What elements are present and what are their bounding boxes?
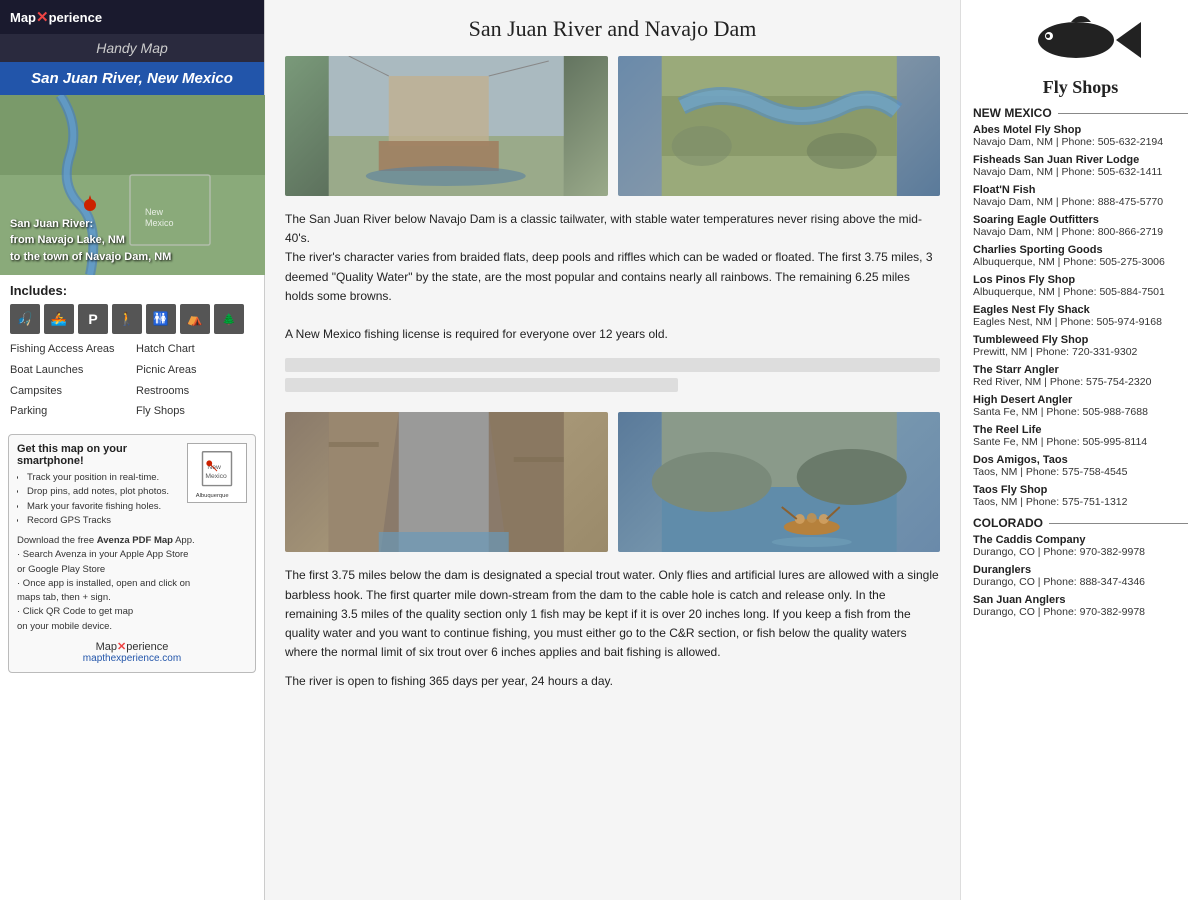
region-nm-line	[1058, 113, 1188, 114]
list-item: The Caddis Company Durango, CO | Phone: …	[973, 534, 1188, 558]
map-title: San Juan River, New Mexico	[0, 62, 264, 95]
main-description: The San Juan River below Navajo Dam is a…	[285, 210, 940, 344]
main-content: San Juan River and Navajo Dam	[265, 0, 960, 900]
list-item: San Juan Anglers Durango, CO | Phone: 97…	[973, 594, 1188, 618]
list-item: Los Pinos Fly Shop Albuquerque, NM | Pho…	[973, 274, 1188, 298]
boat-icon: 🚣	[44, 304, 74, 334]
list-item: Float'N Fish Navajo Dam, NM | Phone: 888…	[973, 184, 1188, 208]
canyon-svg	[285, 412, 608, 552]
photo-river-aerial	[618, 56, 941, 196]
list-item: Soaring Eagle Outfitters Navajo Dam, NM …	[973, 214, 1188, 238]
shops-nm-list: Abes Motel Fly Shop Navajo Dam, NM | Pho…	[973, 124, 1188, 508]
includes-grid: Fishing Access Areas Hatch Chart Boat La…	[10, 340, 254, 422]
logo-x-icon: ✕	[36, 9, 49, 26]
dam-photo-svg	[285, 56, 608, 196]
list-item: Fisheads San Juan River Lodge Navajo Dam…	[973, 154, 1188, 178]
svg-text:Albuquerque: Albuquerque	[196, 493, 229, 499]
hiker-icon: 🚶	[112, 304, 142, 334]
sidebar: Map✕perience Handy Map San Juan River, N…	[0, 0, 265, 900]
photo-rafting	[618, 412, 941, 552]
photos-row-top	[285, 56, 940, 196]
parking-icon: P	[78, 304, 108, 334]
map-overlay: San Juan River: from Navajo Lake, NM to …	[10, 216, 171, 266]
footer-x-icon: ✕	[117, 641, 126, 653]
logo: Map✕perience	[10, 8, 102, 26]
icon-row: 🎣 🚣 P 🚶 🚻 ⛺ 🌲	[10, 304, 254, 334]
gray-bar-2	[285, 378, 678, 392]
svg-text:Mexico: Mexico	[205, 473, 227, 480]
list-item: Taos Fly Shop Taos, NM | Phone: 575-751-…	[973, 484, 1188, 508]
footer-logo: Map✕perience	[17, 640, 247, 653]
includes-label: Includes:	[10, 283, 254, 298]
fish-icon	[1021, 10, 1141, 70]
main-regulations: The first 3.75 miles below the dam is de…	[285, 566, 940, 662]
camp-icon: ⛺	[180, 304, 210, 334]
list-item: The Reel Life Sante Fe, NM | Phone: 505-…	[973, 424, 1188, 448]
map-image: New Mexico San Juan River: from Navajo L…	[0, 95, 265, 275]
region-co-header: COLORADO	[973, 516, 1188, 530]
photo-dam-1	[285, 56, 608, 196]
list-item: Abes Motel Fly Shop Navajo Dam, NM | Pho…	[973, 124, 1188, 148]
handy-map-label: Handy Map	[0, 34, 264, 62]
restroom-icon: 🚻	[146, 304, 176, 334]
qr-download-text: Download the free Avenza PDF Map App. · …	[17, 534, 247, 634]
includes-section: Includes: 🎣 🚣 P 🚶 🚻 ⛺ 🌲 Fishing Access A…	[0, 275, 264, 426]
smartphone-section: New Mexico Albuquerque Get this map on y…	[8, 434, 256, 673]
list-item: Tumbleweed Fly Shop Prewitt, NM | Phone:…	[973, 334, 1188, 358]
rafting-svg	[618, 412, 941, 552]
fishing-icon: 🎣	[10, 304, 40, 334]
list-item: Duranglers Durango, CO | Phone: 888-347-…	[973, 564, 1188, 588]
photos-row-bottom	[285, 412, 940, 552]
fly-shops-icon-area	[973, 10, 1188, 73]
region-co-line	[1049, 523, 1188, 524]
picnic-icon: 🌲	[214, 304, 244, 334]
shops-co-list: The Caddis Company Durango, CO | Phone: …	[973, 534, 1188, 618]
list-item: Dos Amigos, Taos Taos, NM | Phone: 575-7…	[973, 454, 1188, 478]
river-aerial-svg	[618, 56, 941, 196]
main-hours: The river is open to fishing 365 days pe…	[285, 672, 940, 691]
right-panel: Fly Shops NEW MEXICO Abes Motel Fly Shop…	[960, 0, 1200, 900]
qr-map-thumb: New Mexico Albuquerque	[187, 443, 247, 503]
fly-shops-title: Fly Shops	[973, 77, 1188, 98]
gray-bar-1	[285, 358, 940, 372]
gray-bars	[285, 358, 940, 398]
region-nm-header: NEW MEXICO	[973, 106, 1188, 120]
footer-url: mapthexperience.com	[17, 653, 247, 664]
list-item: High Desert Angler Santa Fe, NM | Phone:…	[973, 394, 1188, 418]
sidebar-header: Map✕perience	[0, 0, 264, 34]
photo-canyon	[285, 412, 608, 552]
list-item: Eagles Nest Fly Shack Eagles Nest, NM | …	[973, 304, 1188, 328]
list-item: Charlies Sporting Goods Albuquerque, NM …	[973, 244, 1188, 268]
main-title: San Juan River and Navajo Dam	[285, 16, 940, 42]
list-item: The Starr Angler Red River, NM | Phone: …	[973, 364, 1188, 388]
qr-svg: New Mexico Albuquerque	[188, 444, 246, 502]
